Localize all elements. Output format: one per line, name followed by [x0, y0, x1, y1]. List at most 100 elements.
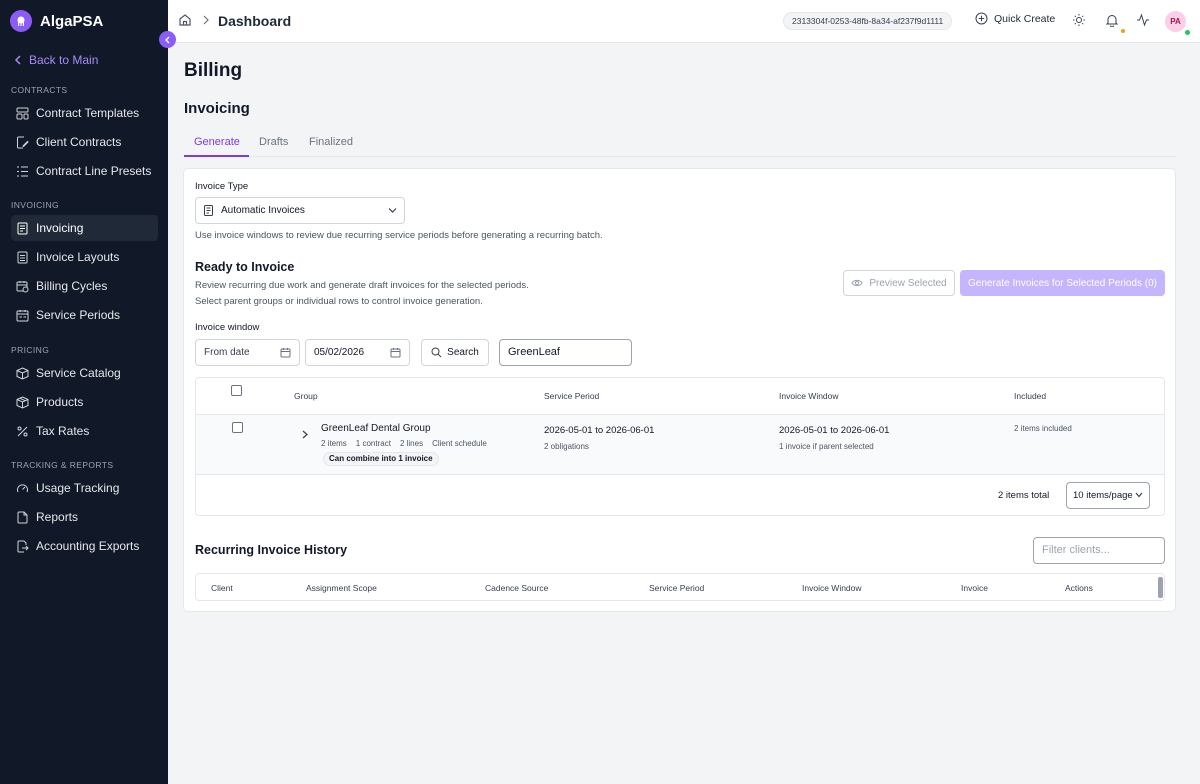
sidebar-item-reports[interactable]: Reports — [11, 504, 158, 530]
sidebar-item-service-catalog[interactable]: Service Catalog — [11, 360, 158, 386]
sidebar-item-label: Service Periods — [36, 308, 121, 322]
chevron-left-icon — [165, 36, 170, 43]
back-to-main-link[interactable]: Back to Main — [14, 53, 98, 67]
quick-create-button[interactable]: Quick Create — [975, 12, 1055, 25]
sidebar-item-usage-tracking[interactable]: Usage Tracking — [11, 475, 158, 501]
calendar-icon — [280, 348, 291, 358]
history-scrollbar[interactable] — [1158, 577, 1163, 598]
page-title: Billing — [184, 60, 243, 81]
sidebar-item-billing-cycles[interactable]: Billing Cycles — [11, 273, 158, 299]
to-date-input[interactable]: 05/02/2026 — [305, 339, 410, 366]
invoice-type-select[interactable]: Automatic Invoices — [195, 197, 405, 224]
search-icon — [431, 347, 442, 358]
from-date-input[interactable]: From date — [195, 339, 300, 366]
bell-icon[interactable] — [1105, 13, 1119, 27]
generate-invoices-button[interactable]: Generate Invoices for Selected Periods (… — [960, 270, 1165, 296]
section-label-contracts: CONTRACTS — [11, 85, 68, 95]
brand[interactable]: AlgaPSA — [10, 10, 103, 32]
user-avatar[interactable]: PA — [1165, 11, 1186, 32]
row-checkbox[interactable] — [232, 422, 243, 433]
sidebar-item-label: Billing Cycles — [36, 279, 108, 293]
table-row[interactable]: GreenLeaf Dental Group 2 items 1 contrac… — [196, 415, 1164, 475]
app-logo-icon — [10, 10, 32, 32]
column-header-invoice-window: Invoice Window — [802, 583, 862, 593]
meta-contracts: 1 contract — [355, 439, 391, 448]
column-header-service-period: Service Period — [544, 391, 600, 401]
quick-create-label: Quick Create — [994, 12, 1056, 25]
chevron-down-icon — [1135, 492, 1143, 498]
tenant-id-badge[interactable]: 2313304f-0253-48fb-8a34-af237f9d1111 — [783, 12, 953, 30]
home-icon[interactable] — [178, 13, 192, 27]
sidebar-item-contract-line-presets[interactable]: Contract Line Presets — [11, 158, 158, 184]
invoice-window-label: Invoice window — [195, 322, 260, 333]
service-period-sub: 2 obligations — [544, 442, 589, 451]
list-filter-icon — [17, 166, 28, 176]
theme-toggle-sun-icon[interactable] — [1072, 13, 1086, 27]
select-all-checkbox[interactable] — [231, 385, 242, 396]
chevron-right-icon[interactable] — [302, 430, 308, 439]
sidebar-collapse-button[interactable] — [159, 31, 176, 48]
client-search-input[interactable]: GreenLeaf — [499, 339, 632, 366]
file-pen-icon — [17, 136, 29, 148]
from-date-placeholder: From date — [204, 347, 250, 358]
sidebar-item-label: Service Catalog — [36, 366, 121, 380]
eye-icon — [851, 279, 863, 287]
search-button[interactable]: Search — [421, 339, 489, 366]
invoice-type-help: Use invoice windows to review due recurr… — [195, 230, 603, 241]
group-meta: 2 items 1 contract 2 lines Client schedu… — [321, 439, 487, 448]
filter-clients-input[interactable]: Filter clients... — [1033, 537, 1165, 564]
app-name: AlgaPSA — [40, 12, 104, 30]
activity-icon[interactable] — [1136, 13, 1150, 27]
tabs: Generate Drafts Finalized — [184, 132, 1176, 157]
percent-icon — [17, 426, 28, 436]
sidebar-item-service-periods[interactable]: Service Periods — [11, 302, 158, 328]
column-header-client: Client — [211, 583, 233, 593]
breadcrumb-title: Dashboard — [218, 13, 292, 29]
sidebar-item-invoicing[interactable]: Invoicing — [11, 215, 158, 241]
tab-generate[interactable]: Generate — [194, 136, 240, 148]
sidebar-item-tax-rates[interactable]: Tax Rates — [11, 418, 158, 444]
back-to-main-label: Back to Main — [29, 53, 99, 67]
sidebar: AlgaPSA Back to Main CONTRACTS Contract … — [0, 0, 168, 784]
sidebar-item-accounting-exports[interactable]: Accounting Exports — [11, 533, 158, 559]
section-label-invoicing: INVOICING — [11, 200, 59, 210]
column-header-actions: Actions — [1065, 583, 1093, 593]
plus-circle-icon — [975, 12, 988, 25]
sidebar-item-label: Contract Templates — [36, 106, 140, 120]
sidebar-item-products[interactable]: Products — [11, 389, 158, 415]
sidebar-item-invoice-layouts[interactable]: Invoice Layouts — [11, 244, 158, 270]
preview-selected-button[interactable]: Preview Selected — [843, 270, 955, 296]
invoice-type-label: Invoice Type — [195, 181, 249, 192]
sidebar-item-client-contracts[interactable]: Client Contracts — [11, 129, 158, 155]
column-header-assignment-scope: Assignment Scope — [306, 583, 377, 593]
ready-desc-2: Select parent groups or individual rows … — [195, 296, 483, 307]
calendar-range-icon — [16, 309, 29, 321]
file-text-icon — [17, 251, 28, 263]
package-icon — [16, 395, 29, 409]
meta-schedule: Client schedule — [432, 439, 487, 448]
file-icon — [17, 511, 28, 523]
box-icon — [16, 366, 29, 380]
column-header-group: Group — [294, 391, 318, 401]
tab-finalized[interactable]: Finalized — [309, 136, 353, 148]
chevron-down-icon — [388, 208, 397, 213]
ready-to-invoice-title: Ready to Invoice — [195, 260, 295, 274]
service-period-cell: 2026-05-01 to 2026-06-01 — [544, 425, 655, 436]
column-header-invoice: Invoice — [961, 583, 988, 593]
table-header: Group Service Period Invoice Window Incl… — [196, 378, 1164, 415]
page-size-select[interactable]: 10 items/page — [1066, 482, 1150, 509]
sidebar-item-label: Client Contracts — [36, 135, 122, 149]
layout-template-icon — [16, 107, 29, 119]
sidebar-item-contract-templates[interactable]: Contract Templates — [11, 100, 158, 126]
to-date-value: 05/02/2026 — [314, 347, 365, 358]
sidebar-item-label: Products — [36, 395, 84, 409]
combine-badge: Can combine into 1 invoice — [323, 452, 439, 466]
tab-drafts[interactable]: Drafts — [259, 136, 288, 148]
group-name: GreenLeaf Dental Group — [321, 423, 431, 434]
top-header: Dashboard 2313304f-0253-48fb-8a34-af237f… — [168, 0, 1200, 43]
history-title: Recurring Invoice History — [195, 543, 348, 557]
sidebar-item-label: Invoice Layouts — [36, 250, 120, 264]
history-table: Client Assignment Scope Cadence Source S… — [195, 573, 1165, 601]
active-tab-indicator — [184, 155, 249, 157]
notification-dot — [1121, 29, 1125, 33]
